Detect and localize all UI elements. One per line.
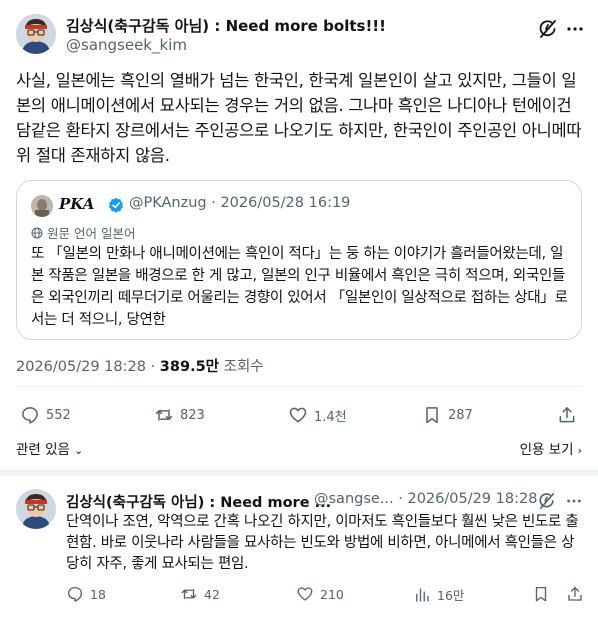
- quoted-tweet-text: 또 「일본의 만화나 애니메이션에는 흑인이 적다」는 둥 하는 이야기가 흘러…: [31, 246, 568, 328]
- like-icon: [297, 587, 313, 601]
- original-language-note[interactable]: 원문 언어 일본어: [31, 223, 135, 242]
- avatar[interactable]: [16, 489, 56, 529]
- share-icon: [568, 586, 582, 601]
- like-count: 1.4천: [314, 409, 347, 425]
- bookmark-count: 287: [448, 407, 473, 423]
- chevron-down-icon: ⌄: [73, 444, 84, 457]
- like-icon: [289, 407, 307, 423]
- views-count: 16만: [437, 588, 465, 603]
- quoted-tweet-card[interactable]: PKA @PKAnzug · 2026/05/28 16:19 원문 언어 일본…: [16, 180, 582, 340]
- display-name[interactable]: 김상식(축구감독 아님) : Need more ...: [66, 491, 331, 512]
- reply-icon: [22, 407, 38, 424]
- reply-count: 552: [46, 407, 71, 423]
- quoted-avatar[interactable]: [31, 195, 53, 217]
- original-language-label: 원문 언어 일본어: [47, 226, 136, 241]
- divider: [16, 386, 582, 387]
- timestamp-line: 2026/05/29 18:28 · 389.5만 조회수: [16, 355, 264, 376]
- quoted-meta: @PKAnzug · 2026/05/28 16:19: [129, 195, 351, 211]
- more-icon[interactable]: [566, 20, 584, 38]
- bookmark-button[interactable]: 287: [422, 405, 473, 425]
- reply-button[interactable]: 552: [20, 405, 71, 425]
- avatar[interactable]: [16, 14, 56, 54]
- view-quotes-link[interactable]: 인용 보기 ›: [520, 438, 582, 458]
- related-label: 관련 있음: [16, 442, 70, 458]
- bookmark-icon: [535, 586, 547, 602]
- like-button[interactable]: 1.4천: [288, 405, 347, 425]
- globe-icon: [31, 227, 43, 239]
- reply-meta: @sangse... · 2026/05/29 18:28: [314, 491, 538, 507]
- share-button[interactable]: [566, 585, 590, 603]
- repost-count: 823: [180, 407, 205, 423]
- repost-button[interactable]: 823: [154, 405, 205, 425]
- quoted-display-name[interactable]: PKA: [59, 195, 94, 213]
- views-icon: [416, 587, 429, 602]
- more-icon[interactable]: [566, 493, 582, 509]
- repost-button[interactable]: 42: [180, 585, 220, 603]
- bookmark-icon: [426, 407, 438, 424]
- display-name[interactable]: 김상식(축구감독 아님) : Need more bolts!!!: [66, 15, 386, 36]
- reply-icon: [67, 586, 83, 602]
- share-icon: [559, 407, 575, 423]
- repost-icon: [181, 588, 197, 600]
- tweet-text: 사실, 일본에는 흑인의 열배가 넘는 한국인, 한국계 일본인이 살고 있지만…: [16, 71, 582, 165]
- reply-text: 단역이나 조연, 악역으로 간혹 나오긴 하지만, 이마저도 흑인들보다 훨씬 …: [66, 514, 579, 572]
- reply-count: 18: [90, 586, 106, 602]
- handle[interactable]: @sangseek_kim: [66, 36, 187, 54]
- view-quotes-label: 인용 보기: [519, 442, 574, 458]
- main-tweet: 김상식(축구감독 아님) : Need more bolts!!! @sangs…: [0, 0, 598, 470]
- grok-icon[interactable]: [537, 18, 559, 40]
- grok-icon[interactable]: [537, 491, 557, 511]
- like-button[interactable]: 210: [296, 585, 344, 603]
- views-button[interactable]: 16만: [413, 585, 464, 604]
- views-count: 389.5만: [159, 359, 220, 375]
- views-label: 조회수: [219, 359, 264, 375]
- share-button[interactable]: [557, 405, 583, 425]
- like-count: 210: [320, 586, 344, 602]
- section-separator: [0, 470, 598, 476]
- repost-count: 42: [204, 586, 220, 602]
- verified-badge-icon: [108, 197, 124, 213]
- related-toggle[interactable]: 관련 있음 ⌄: [16, 438, 83, 458]
- repost-icon: [155, 409, 173, 421]
- chevron-right-icon: ›: [577, 444, 582, 457]
- bookmark-button[interactable]: [532, 585, 556, 603]
- timestamp[interactable]: 2026/05/29 18:28 ·: [16, 359, 160, 375]
- reply-button[interactable]: 18: [66, 585, 106, 603]
